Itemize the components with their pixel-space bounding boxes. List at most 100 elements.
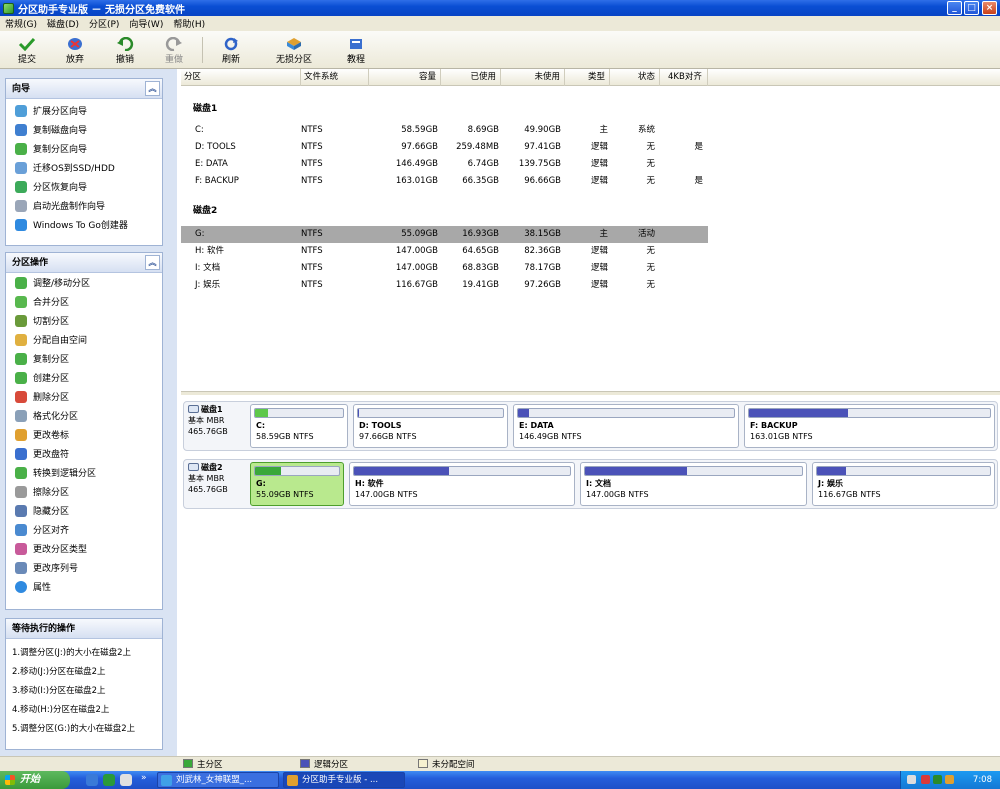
op-merge[interactable]: 合并分区 <box>6 292 162 311</box>
discard-button[interactable]: 放弃 <box>56 34 94 66</box>
maximize-button[interactable]: □ <box>964 1 979 15</box>
tutorial-button[interactable]: 教程 <box>337 34 375 66</box>
op-resize-move[interactable]: 调整/移动分区 <box>6 273 162 292</box>
redo-button[interactable]: 重做 <box>155 34 193 66</box>
refresh-button[interactable]: 刷新 <box>212 34 250 66</box>
op-convert-logical[interactable]: 转换到逻辑分区 <box>6 463 162 482</box>
operations-panel: 分区操作 ︽ 调整/移动分区 合并分区 切割分区 分配自由空间 复制分区 创建分… <box>5 252 163 610</box>
pending-item: 3.移动(I:)分区在磁盘2上 <box>12 686 106 696</box>
disk-info[interactable]: 磁盘2 基本 MBR 465.76GB <box>188 462 250 506</box>
pending-item: 1.调整分区(J:)的大小在磁盘2上 <box>12 648 132 658</box>
minimize-button[interactable]: _ <box>947 1 962 15</box>
partition-block[interactable]: D: TOOLS 97.66GB NTFS <box>353 404 508 448</box>
op-format[interactable]: 格式化分区 <box>6 406 162 425</box>
col-filesystem[interactable]: 文件系统 <box>301 69 369 86</box>
table-row[interactable]: C: NTFS 58.59GB 8.69GB 49.90GB 主系统 <box>181 122 708 139</box>
op-change-serial[interactable]: 更改序列号 <box>6 558 162 577</box>
copy-partition-icon <box>15 142 27 155</box>
op-hide[interactable]: 隐藏分区 <box>6 501 162 520</box>
undo-button[interactable]: 撤销 <box>106 34 144 66</box>
col-used[interactable]: 已使用 <box>441 69 501 86</box>
col-partition[interactable]: 分区 <box>181 69 301 86</box>
menu-general[interactable]: 常规(G) <box>0 17 42 30</box>
table-row[interactable]: E: DATA NTFS 146.49GB 6.74GB 139.75GB 逻辑无 <box>181 156 708 173</box>
wizard-item-copy-partition[interactable]: 复制分区向导 <box>6 139 162 158</box>
partition-block[interactable]: I: 文档 147.00GB NTFS <box>580 462 807 506</box>
op-copy[interactable]: 复制分区 <box>6 349 162 368</box>
keyboard-icon[interactable] <box>907 775 916 784</box>
collapse-icon[interactable]: ︽ <box>145 81 160 96</box>
op-change-type[interactable]: 更改分区类型 <box>6 539 162 558</box>
op-split[interactable]: 切割分区 <box>6 311 162 330</box>
op-allocate-free[interactable]: 分配自由空间 <box>6 330 162 349</box>
delete-icon <box>15 390 27 403</box>
op-properties[interactable]: 属性 <box>6 577 162 596</box>
table-row[interactable]: F: BACKUP NTFS 163.01GB 66.35GB 96.66GB 逻辑无是 <box>181 173 708 190</box>
op-align[interactable]: 分区对齐 <box>6 520 162 539</box>
extend-wizard-icon <box>15 104 27 117</box>
merge-icon <box>15 295 27 308</box>
windows-flag-icon <box>5 775 15 785</box>
wizard-item-recovery[interactable]: 分区恢复向导 <box>6 177 162 196</box>
op-change-letter[interactable]: 更改盘符 <box>6 444 162 463</box>
col-status[interactable]: 状态 <box>610 69 660 86</box>
op-wipe[interactable]: 擦除分区 <box>6 482 162 501</box>
partition-block[interactable]: F: BACKUP 163.01GB NTFS <box>744 404 995 448</box>
col-type[interactable]: 类型 <box>565 69 610 86</box>
wizard-item-extend[interactable]: 扩展分区向导 <box>6 101 162 120</box>
legend-bar: 主分区 逻辑分区 未分配空间 <box>0 756 1000 771</box>
start-button[interactable]: 开始 <box>0 771 70 789</box>
book-icon <box>350 39 362 49</box>
menu-help[interactable]: 帮助(H) <box>168 17 210 30</box>
op-create[interactable]: 创建分区 <box>6 368 162 387</box>
op-change-label[interactable]: 更改卷标 <box>6 425 162 444</box>
legend-primary: 主分区 <box>183 759 223 770</box>
col-free[interactable]: 未使用 <box>501 69 565 86</box>
wizard-item-copy-disk[interactable]: 复制磁盘向导 <box>6 120 162 139</box>
lossless-partition-button[interactable]: 无损分区 <box>270 34 318 66</box>
quicklaunch-icon[interactable] <box>103 774 115 786</box>
partition-block[interactable]: J: 娱乐 116.67GB NTFS <box>812 462 995 506</box>
close-button[interactable]: × <box>982 1 997 15</box>
app-icon <box>3 2 14 14</box>
desktop-icon[interactable] <box>120 774 132 786</box>
wizard-item-windows-to-go[interactable]: Windows To Go创建器 <box>6 215 162 234</box>
antivirus-icon[interactable] <box>921 775 930 784</box>
table-row[interactable]: I: 文档 NTFS 147.00GB 68.83GB 78.17GB 逻辑无 <box>181 260 708 277</box>
label-icon <box>15 428 27 441</box>
wizard-item-bootable-cd[interactable]: 启动光盘制作向导 <box>6 196 162 215</box>
network-icon[interactable] <box>933 775 942 784</box>
title-bar: 分区助手专业版 － 无损分区免费软件 _ □ × <box>0 0 1000 16</box>
partition-block[interactable]: H: 软件 147.00GB NTFS <box>349 462 575 506</box>
partition-block[interactable]: E: DATA 146.49GB NTFS <box>513 404 739 448</box>
wizard-item-migrate-os[interactable]: 迁移OS到SSD/HDD <box>6 158 162 177</box>
menu-wizard[interactable]: 向导(W) <box>124 17 168 30</box>
refresh-icon <box>224 37 238 51</box>
split-icon <box>15 314 27 327</box>
taskbar-task-browser[interactable]: 刘武林_女神联盟_... <box>157 772 279 788</box>
taskbar: 开始 » 刘武林_女神联盟_... 分区助手专业版 - ... 7:08 <box>0 771 1000 789</box>
op-delete[interactable]: 删除分区 <box>6 387 162 406</box>
disk-info[interactable]: 磁盘1 基本 MBR 465.76GB <box>188 404 250 448</box>
taskbar-task-partition-assistant[interactable]: 分区助手专业版 - ... <box>283 772 405 788</box>
disk-icon <box>188 405 199 413</box>
table-row[interactable]: D: TOOLS NTFS 97.66GB 259.48MB 97.41GB 逻辑无是 <box>181 139 708 156</box>
submit-button[interactable]: 提交 <box>8 34 46 66</box>
ie-icon[interactable] <box>86 774 98 786</box>
menu-bar: 常规(G) 磁盘(D) 分区(P) 向导(W) 帮助(H) <box>0 16 1000 31</box>
collapse-icon[interactable]: ︽ <box>145 255 160 270</box>
shield-icon[interactable] <box>945 775 954 784</box>
partition-block[interactable]: C: 58.59GB NTFS <box>250 404 348 448</box>
table-row-selected[interactable]: G: NTFS 55.09GB 16.93GB 38.15GB 主活动 <box>181 226 708 243</box>
menu-partition[interactable]: 分区(P) <box>84 17 124 30</box>
col-4k-align[interactable]: 4KB对齐 <box>660 69 708 86</box>
usage-fill <box>518 409 529 417</box>
partition-block-selected[interactable]: G: 55.09GB NTFS <box>250 462 344 506</box>
usage-fill <box>255 409 269 417</box>
table-row[interactable]: J: 娱乐 NTFS 116.67GB 19.41GB 97.26GB 逻辑无 <box>181 277 708 294</box>
col-capacity[interactable]: 容量 <box>369 69 441 86</box>
table-row[interactable]: H: 软件 NTFS 147.00GB 64.65GB 82.36GB 逻辑无 <box>181 243 708 260</box>
pending-item: 2.移动(J:)分区在磁盘2上 <box>12 667 106 677</box>
quicklaunch-more[interactable]: » <box>141 773 147 783</box>
menu-disk[interactable]: 磁盘(D) <box>42 17 84 30</box>
